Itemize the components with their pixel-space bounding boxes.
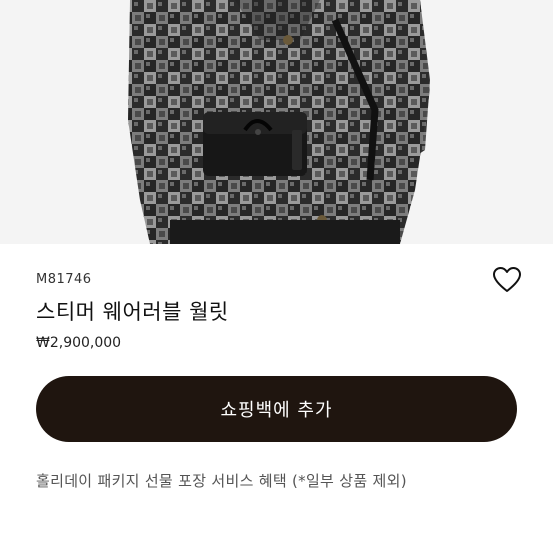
product-image <box>0 0 553 244</box>
heart-icon <box>493 267 521 292</box>
promo-text: 홀리데이 패키지 선물 포장 서비스 혜택 (*일부 상품 제외) <box>36 472 407 490</box>
wishlist-button[interactable] <box>492 266 522 294</box>
product-price: ₩2,900,000 <box>36 335 122 351</box>
product-photo <box>0 0 553 244</box>
product-title: 스티머 웨어러블 월릿 <box>36 300 229 324</box>
product-sku: M81746 <box>36 272 92 287</box>
add-to-cart-button[interactable]: 쇼핑백에 추가 <box>36 376 517 442</box>
